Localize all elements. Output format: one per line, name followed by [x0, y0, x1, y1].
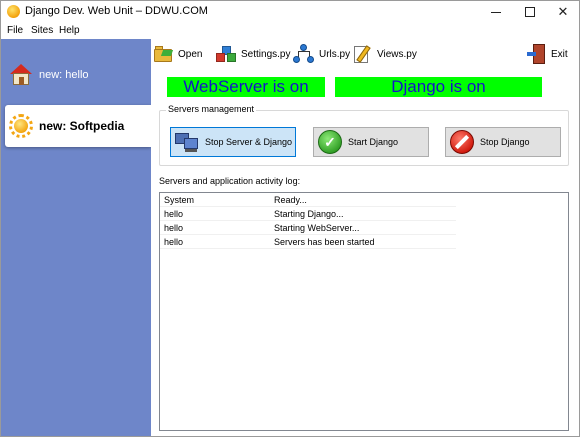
stop-server-django-button[interactable]: Stop Server & Django	[170, 127, 296, 157]
app-window: Django Dev. Web Unit – DDWU.COM ✕ File S…	[0, 0, 580, 437]
log-message: Starting Django...	[274, 209, 344, 219]
log-source: System	[164, 195, 195, 205]
house-icon	[9, 64, 33, 86]
site-tab-hello[interactable]: new: hello	[5, 57, 151, 93]
log-source: hello	[164, 237, 184, 247]
log-message: Starting WebServer...	[274, 223, 360, 233]
computers-icon	[175, 131, 199, 153]
exit-button[interactable]: Exit	[527, 43, 568, 65]
stop-django-button[interactable]: Stop Django	[445, 127, 561, 157]
edit-document-icon	[353, 44, 373, 64]
menu-sites[interactable]: Sites	[31, 25, 53, 36]
exit-label: Exit	[551, 48, 568, 60]
log-row[interactable]: System Ready...	[160, 193, 456, 207]
maximize-button[interactable]	[513, 1, 547, 23]
close-button[interactable]: ✕	[546, 1, 579, 23]
start-django-label: Start Django	[348, 137, 399, 147]
log-row[interactable]: hello Starting WebServer...	[160, 221, 456, 235]
webserver-status: WebServer is on	[167, 77, 325, 97]
exit-door-icon	[527, 44, 547, 64]
urls-py-label: Urls.py	[319, 48, 351, 60]
stop-django-label: Stop Django	[480, 137, 530, 147]
activity-log-label: Servers and application activity log:	[159, 176, 301, 186]
django-status: Django is on	[335, 77, 542, 97]
stop-server-django-label: Stop Server & Django	[205, 137, 293, 147]
sites-sidebar: new: hello new: Softpedia	[1, 39, 151, 436]
log-message: Servers has been started	[274, 237, 375, 247]
open-label: Open	[178, 48, 203, 60]
no-entry-icon	[450, 130, 474, 154]
blocks-icon	[215, 44, 237, 64]
toolbar: Open Settings.py Urls.py Views.py Exit	[151, 39, 579, 67]
main-panel: Open Settings.py Urls.py Views.py Exit W…	[151, 39, 579, 436]
minimize-button[interactable]	[479, 1, 513, 23]
app-icon	[7, 5, 20, 18]
menu-bar: File Sites Help	[1, 23, 579, 39]
maximize-icon	[525, 7, 535, 17]
settings-py-label: Settings.py	[241, 48, 291, 60]
site-tab-label: new: hello	[39, 69, 89, 81]
sun-icon	[9, 114, 33, 138]
log-source: hello	[164, 209, 184, 219]
servers-management-legend: Servers management	[166, 104, 257, 114]
site-tab-softpedia[interactable]: new: Softpedia	[5, 105, 151, 147]
window-title: Django Dev. Web Unit – DDWU.COM	[25, 5, 208, 17]
log-message: Ready...	[274, 195, 307, 205]
close-icon: ✕	[557, 4, 569, 19]
settings-py-button[interactable]: Settings.py	[215, 43, 290, 65]
network-icon	[293, 44, 315, 64]
log-row[interactable]: hello Starting Django...	[160, 207, 456, 221]
open-button[interactable]: Open	[154, 43, 202, 65]
menu-help[interactable]: Help	[59, 25, 80, 36]
urls-py-button[interactable]: Urls.py	[293, 43, 350, 65]
menu-file[interactable]: File	[7, 25, 23, 36]
start-django-button[interactable]: ✓ Start Django	[313, 127, 429, 157]
activity-log-list[interactable]: System Ready... hello Starting Django...…	[159, 192, 569, 431]
views-py-label: Views.py	[377, 48, 417, 60]
servers-management-group: Servers management Stop Server & Django …	[159, 104, 569, 166]
log-source: hello	[164, 223, 184, 233]
check-icon: ✓	[318, 130, 342, 154]
minimize-icon	[491, 11, 501, 13]
views-py-button[interactable]: Views.py	[353, 43, 417, 65]
title-bar[interactable]: Django Dev. Web Unit – DDWU.COM ✕	[1, 1, 579, 23]
site-tab-label: new: Softpedia	[39, 119, 125, 133]
folder-open-icon	[154, 45, 174, 63]
log-row[interactable]: hello Servers has been started	[160, 235, 456, 249]
